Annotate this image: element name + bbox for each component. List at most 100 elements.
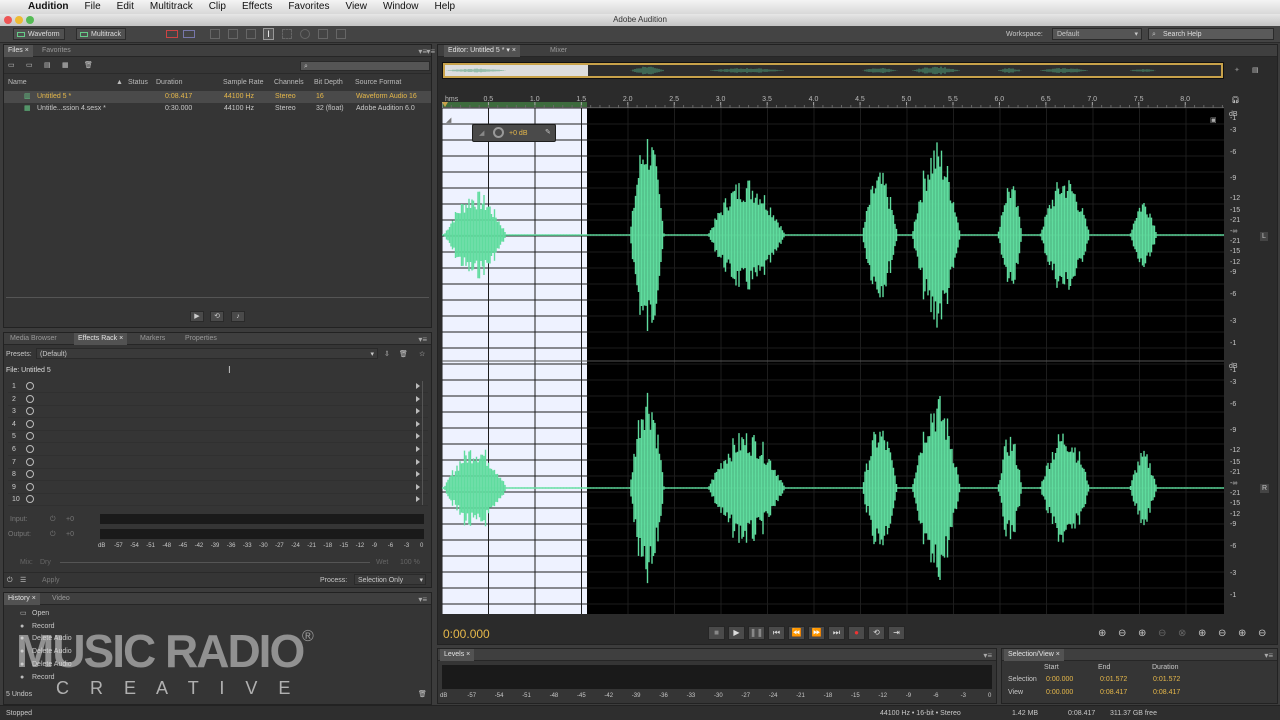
- chevron-right-icon[interactable]: [416, 395, 420, 402]
- menu-file[interactable]: File: [77, 0, 109, 14]
- playhead-marker-icon[interactable]: ◢: [446, 116, 451, 125]
- tab-selection-view[interactable]: Selection/View ×: [1004, 649, 1064, 661]
- volume-knob-icon[interactable]: [493, 127, 504, 138]
- col-name[interactable]: Name: [8, 78, 27, 87]
- chevron-right-icon[interactable]: [416, 408, 420, 415]
- table-row[interactable]: ▥ Untitled 5 * 0:08.417 44100 Hz Stereo …: [4, 91, 431, 103]
- zoom-out-full-icon[interactable]: ⊗: [1178, 629, 1186, 639]
- presets-select[interactable]: (Default) ▾: [36, 348, 378, 359]
- view-end[interactable]: 0:08.417: [1100, 688, 1127, 697]
- col-bit-depth[interactable]: Bit Depth: [314, 78, 343, 87]
- power-icon[interactable]: [26, 457, 34, 466]
- rack-list-icon[interactable]: ☰: [20, 576, 26, 585]
- vertical-scroll-icon[interactable]: ▣: [1210, 116, 1217, 125]
- search-help-input[interactable]: ⌕ Search Help: [1148, 28, 1274, 40]
- zoom-track-icon[interactable]: ⊖: [1258, 629, 1266, 639]
- col-duration[interactable]: Duration: [156, 78, 182, 87]
- selection-duration[interactable]: 0:01.572: [1153, 675, 1180, 684]
- menu-edit[interactable]: Edit: [109, 0, 142, 14]
- slots-scrollbar[interactable]: [422, 381, 430, 505]
- tab-favorites[interactable]: Favorites: [38, 45, 75, 57]
- panel-menu-icon[interactable]: ▾≡: [426, 47, 435, 56]
- tab-properties[interactable]: Properties: [181, 333, 221, 345]
- tab-levels[interactable]: Levels ×: [440, 649, 475, 661]
- headphones-icon[interactable]: 🎧︎: [1231, 96, 1240, 105]
- minimize-window-button[interactable]: [15, 16, 23, 24]
- overview-bar[interactable]: [442, 62, 1224, 79]
- tab-video[interactable]: Video: [48, 593, 74, 605]
- chevron-right-icon[interactable]: [416, 446, 420, 452]
- panel-menu-icon[interactable]: ▾≡: [1264, 651, 1273, 660]
- panel-menu-icon[interactable]: ▾≡: [418, 335, 427, 344]
- power-icon[interactable]: [26, 382, 34, 390]
- files-hscrollbar[interactable]: [6, 297, 429, 305]
- zoom-out-time-icon[interactable]: ⊖: [1158, 629, 1166, 639]
- zoom-in-time-icon[interactable]: ⊕: [1138, 629, 1146, 639]
- time-selection-tool-icon[interactable]: I: [263, 28, 274, 40]
- list-item[interactable]: ● Record: [4, 672, 424, 684]
- fast-forward-button[interactable]: ⏩: [808, 626, 825, 640]
- loop-playback-button[interactable]: ⟲: [868, 626, 885, 640]
- save-preset-icon[interactable]: ⇩: [384, 350, 390, 359]
- effect-slot[interactable]: 2: [8, 394, 428, 406]
- tab-markers[interactable]: Markers: [136, 333, 169, 345]
- selection-end[interactable]: 0:01.572: [1100, 675, 1127, 684]
- import-file-icon[interactable]: ▭: [26, 61, 33, 70]
- effect-slot[interactable]: 3: [8, 406, 428, 419]
- effect-slot[interactable]: 4: [8, 419, 428, 431]
- panel-menu-icon[interactable]: ▾≡: [418, 595, 427, 604]
- time-ruler[interactable]: hms 0.5 1.0 1.5 2.0 2.5 3.0 3.5 4.0 4.5 5.0 5.5 6.0 6…: [442, 92, 1224, 108]
- close-window-button[interactable]: [4, 16, 12, 24]
- list-item[interactable]: ▭ Open: [4, 608, 424, 620]
- tab-editor[interactable]: Editor: Untitled 5 * ▾ ×: [444, 45, 520, 57]
- multitrack-view-button[interactable]: Multitrack: [76, 28, 126, 40]
- power-icon[interactable]: [26, 495, 34, 504]
- power-icon[interactable]: [26, 445, 34, 453]
- panel-menu-icon[interactable]: ▾≡: [983, 651, 992, 660]
- menu-app[interactable]: Audition: [20, 0, 77, 14]
- chevron-right-icon[interactable]: [416, 483, 420, 490]
- effect-slot[interactable]: 10: [8, 494, 428, 507]
- tab-files[interactable]: Files ×: [4, 45, 33, 57]
- effect-slot[interactable]: 9: [8, 482, 428, 494]
- brush-tool-icon[interactable]: [318, 29, 328, 39]
- hud-gain-value[interactable]: +0 dB: [509, 129, 528, 138]
- tab-history[interactable]: History ×: [4, 593, 40, 605]
- list-item[interactable]: ● Delete Audio: [4, 633, 424, 645]
- power-icon[interactable]: [26, 407, 34, 416]
- slip-tool-icon[interactable]: [246, 29, 256, 39]
- zoom-window-button[interactable]: [26, 16, 34, 24]
- marquee-tool-icon[interactable]: [282, 29, 292, 39]
- files-search-input[interactable]: ⌕: [300, 61, 430, 71]
- effect-slot[interactable]: 7: [8, 457, 428, 469]
- col-channels[interactable]: Channels: [274, 78, 304, 87]
- zoom-nav-icon[interactable]: ✦: [1234, 66, 1240, 75]
- record-button[interactable]: ●: [848, 626, 865, 640]
- pause-button[interactable]: ❚❚: [748, 626, 765, 640]
- chevron-right-icon[interactable]: [416, 420, 420, 427]
- previous-button[interactable]: ⏮: [768, 626, 785, 640]
- waveform-display[interactable]: ◢ +0 dB ✎ ◢ ▣: [441, 107, 1225, 614]
- rewind-button[interactable]: ⏪: [788, 626, 805, 640]
- tab-media-browser[interactable]: Media Browser: [6, 333, 61, 345]
- new-file-icon[interactable]: ▤: [44, 61, 51, 70]
- power-icon[interactable]: [26, 482, 34, 491]
- favorite-star-icon[interactable]: ☆: [419, 350, 425, 359]
- pitch-display-icon[interactable]: [183, 30, 195, 38]
- selection-start[interactable]: 0:00.000: [1046, 675, 1073, 684]
- menu-favorites[interactable]: Favorites: [280, 0, 337, 14]
- tab-mixer[interactable]: Mixer: [546, 45, 571, 57]
- autoplay-button[interactable]: ♪: [231, 311, 245, 322]
- menu-view[interactable]: View: [337, 0, 375, 14]
- trash-icon[interactable]: 🗑: [84, 61, 93, 70]
- zoom-out-amplitude-icon[interactable]: ⊖: [1118, 629, 1126, 639]
- zoom-selection-icon[interactable]: ⊕: [1238, 629, 1246, 639]
- mix-slider[interactable]: [60, 562, 370, 563]
- lasso-tool-icon[interactable]: [300, 29, 310, 39]
- effect-slot[interactable]: 5: [8, 431, 428, 444]
- power-icon[interactable]: ⏻: [50, 515, 56, 524]
- spectral-display-icon[interactable]: [166, 30, 178, 38]
- power-icon[interactable]: [26, 432, 34, 441]
- list-item[interactable]: ● Record: [4, 621, 424, 633]
- pin-icon[interactable]: ✎: [545, 128, 551, 137]
